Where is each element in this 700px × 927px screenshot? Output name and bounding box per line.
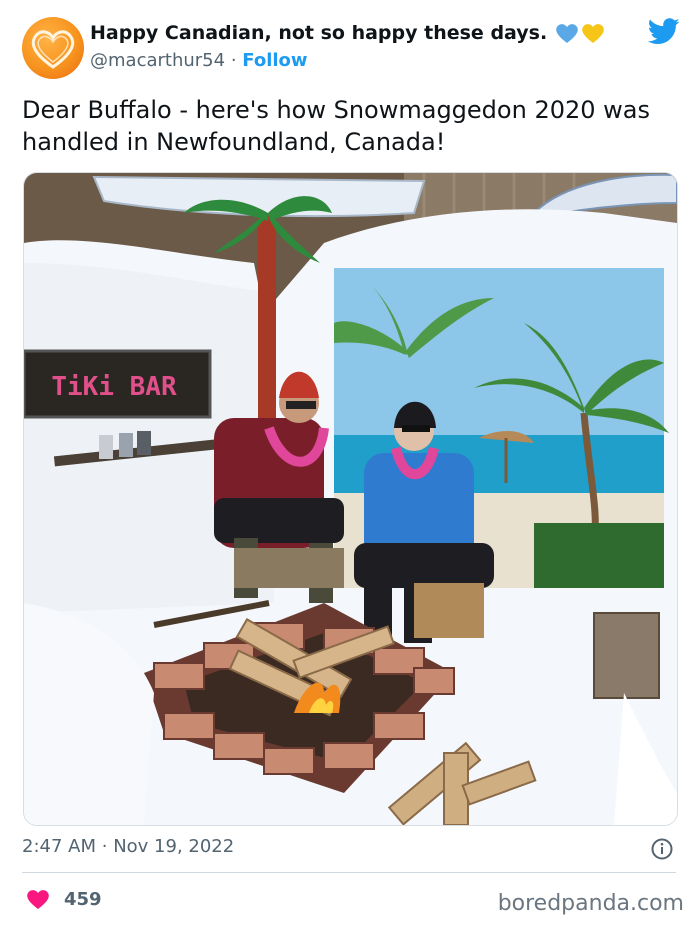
follow-button[interactable]: Follow <box>242 50 307 71</box>
user-handle[interactable]: @macarthur54 <box>90 50 225 71</box>
display-name[interactable]: Happy Canadian, not so happy these days. <box>90 22 547 44</box>
tiki-bar-sign: TiKi BAR <box>51 372 177 402</box>
divider <box>22 872 676 873</box>
avatar[interactable] <box>22 17 84 79</box>
heart-avatar-icon <box>31 30 75 69</box>
separator: · <box>230 50 237 71</box>
like-group[interactable]: 459 <box>26 888 102 910</box>
tweet-timestamp[interactable]: 2:47 AM · Nov 19, 2022 <box>22 836 234 857</box>
tweet-date: Nov 19, 2022 <box>113 836 235 857</box>
yellow-heart-icon <box>582 24 604 43</box>
tweet-photo[interactable]: TiKi BAR <box>23 172 678 826</box>
info-icon[interactable] <box>651 838 673 860</box>
twitter-bird-icon[interactable] <box>648 18 680 45</box>
tweet-time: 2:47 AM <box>22 836 96 857</box>
tweet-text: Dear Buffalo - here's how Snowmaggedon 2… <box>22 96 650 156</box>
like-count: 459 <box>64 888 102 910</box>
like-heart-icon[interactable] <box>26 888 50 910</box>
watermark: boredpanda.com <box>497 891 684 916</box>
meta-separator: · <box>101 836 108 857</box>
blue-heart-icon <box>556 24 578 43</box>
photo-scene: TiKi BAR <box>24 173 677 825</box>
tweet-header: Happy Canadian, not so happy these days.… <box>22 16 682 80</box>
